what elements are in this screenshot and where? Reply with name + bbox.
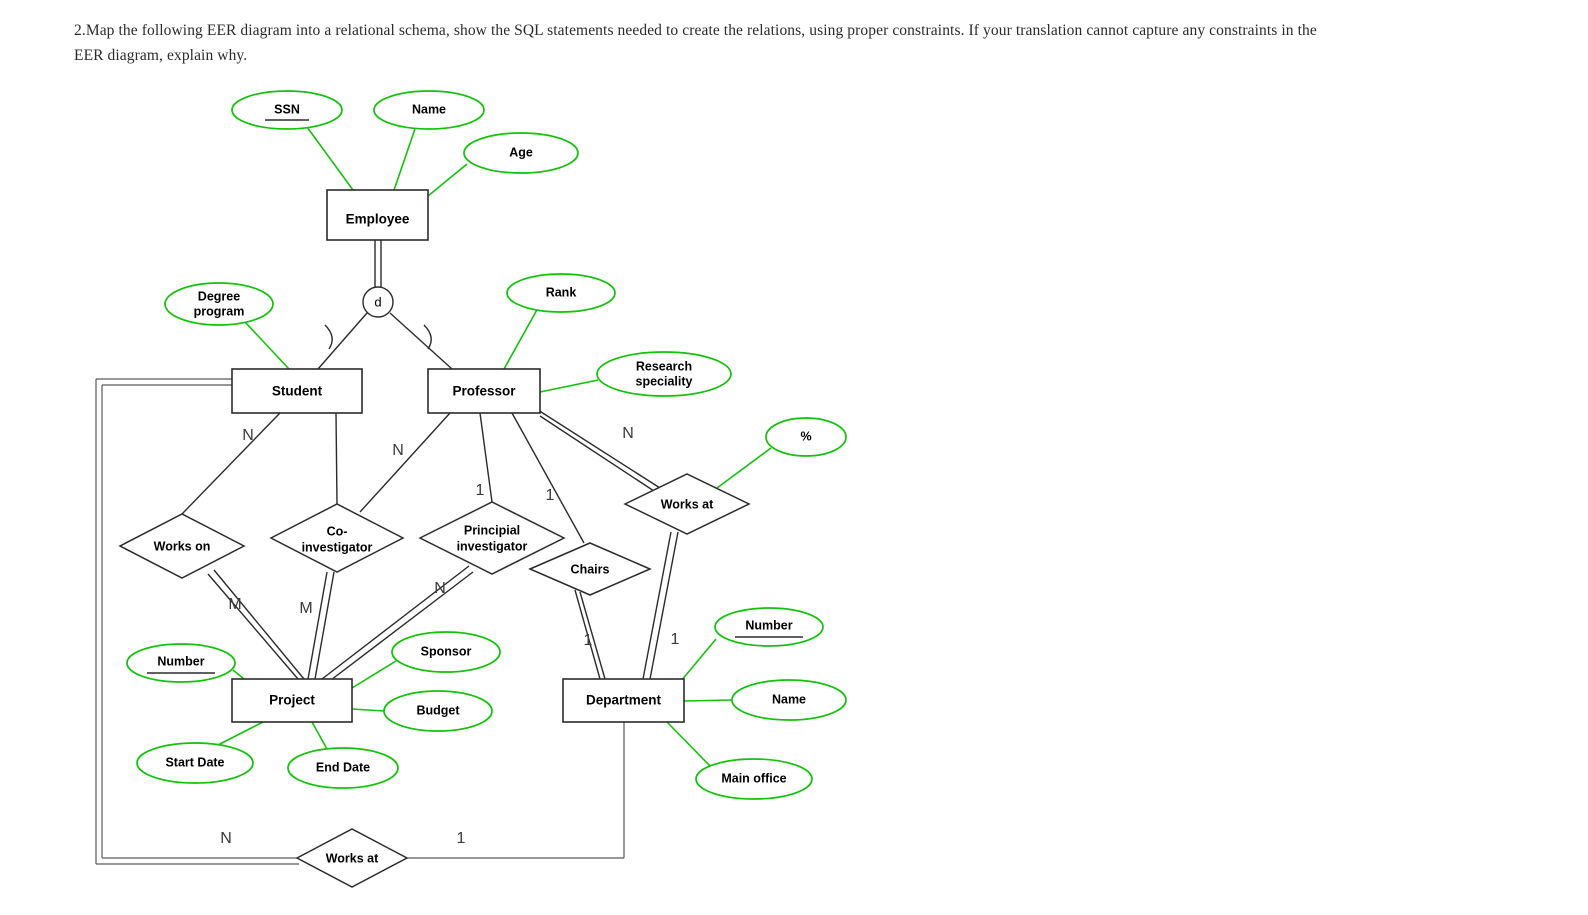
attribute-sponsor[interactable]: Sponsor <box>391 631 501 673</box>
link-professor-worksat-b <box>539 415 658 494</box>
relationship-label-works-at-student: Works at <box>326 851 379 865</box>
attribute-employee-name[interactable]: Name <box>373 90 485 130</box>
relationship-label-works-on: Works on <box>154 539 211 553</box>
subset-arc-student <box>324 324 333 350</box>
link-worksat-department-b <box>649 531 679 680</box>
connector-dept-name <box>683 699 733 702</box>
relationship-works-at-student[interactable]: Works at <box>295 828 409 888</box>
cardinality-department-chairs: 1 <box>584 632 593 649</box>
connector-age <box>427 163 468 197</box>
link-d-student <box>317 312 368 370</box>
connector-ssn <box>306 126 354 191</box>
attribute-label-age: Age <box>509 145 533 159</box>
link-professor-worksat-a <box>537 409 661 489</box>
attribute-department-name[interactable]: Name <box>731 679 847 721</box>
entity-project[interactable]: Project <box>231 678 353 723</box>
connector-dept-number <box>680 638 717 682</box>
link-d-professor <box>389 312 453 370</box>
cardinality-professor-chairs: 1 <box>546 487 555 504</box>
connector-research-speciality <box>539 379 599 393</box>
attribute-label-start-date: Start Date <box>165 755 224 769</box>
attribute-label-percent: % <box>800 429 811 443</box>
eer-diagram: Employee Student Professor Project Depar… <box>95 90 847 888</box>
relationship-label-principal-investigator-line2: investigator <box>457 539 528 553</box>
attribute-label-sponsor: Sponsor <box>421 644 472 658</box>
attribute-research-speciality[interactable]: Research speciality <box>596 351 732 397</box>
cardinality-project-co-investigator: M <box>299 600 312 617</box>
connector-rank <box>503 307 539 370</box>
specialization-disjoint[interactable]: d <box>362 286 394 318</box>
disjoint-symbol: d <box>374 294 381 309</box>
attribute-rank[interactable]: Rank <box>506 273 616 313</box>
attribute-age[interactable]: Age <box>463 132 579 174</box>
entity-label-department: Department <box>586 693 662 708</box>
attribute-project-number[interactable]: Number <box>126 643 236 683</box>
relationship-label-co-investigator-line2: investigator <box>302 540 373 554</box>
connector-end-date <box>311 721 328 750</box>
attribute-label-budget: Budget <box>416 703 460 717</box>
entity-employee[interactable]: Employee <box>326 189 429 241</box>
connector-start-date <box>215 721 264 747</box>
relationship-works-on[interactable]: Works on <box>118 513 246 579</box>
attribute-connectors <box>215 126 772 769</box>
entity-department[interactable]: Department <box>562 678 685 723</box>
attribute-label-degree-program-line1: Degree <box>198 289 240 303</box>
attribute-start-date[interactable]: Start Date <box>136 742 254 784</box>
cardinality-professor-principal-investigator: 1 <box>476 482 485 499</box>
cardinality-student-works-on: N <box>242 427 254 444</box>
attribute-main-office[interactable]: Main office <box>695 758 813 800</box>
connector-percent <box>716 447 772 489</box>
attribute-label-degree-program-line2: program <box>194 304 245 318</box>
attribute-end-date[interactable]: End Date <box>287 747 399 789</box>
relationship-label-chairs: Chairs <box>571 562 610 576</box>
entity-label-employee: Employee <box>346 212 410 227</box>
connector-main-office <box>666 721 713 769</box>
attribute-department-number[interactable]: Number <box>714 607 824 647</box>
attribute-budget[interactable]: Budget <box>383 690 493 732</box>
attribute-ssn[interactable]: SSN <box>231 90 343 130</box>
cardinality-student-co-investigator: N <box>392 442 404 459</box>
relationship-chairs[interactable]: Chairs <box>528 542 652 596</box>
entity-label-student: Student <box>272 384 323 399</box>
attribute-label-project-number: Number <box>157 654 204 668</box>
cardinality-department-works-at-bottom: 1 <box>457 830 466 847</box>
cardinality-student-works-at-bottom: N <box>220 830 232 847</box>
attribute-label-research-speciality-line2: speciality <box>636 374 693 388</box>
cardinality-project-principal-investigator: N <box>434 580 446 597</box>
relationship-label-works-at-professor: Works at <box>661 497 714 511</box>
attribute-label-rank: Rank <box>546 285 577 299</box>
relationship-label-principal-investigator-line1: Principial <box>464 523 520 537</box>
page-root: 2.Map the following EER diagram into a r… <box>0 0 1588 915</box>
link-professor-coinvestigator <box>359 412 451 513</box>
attribute-label-end-date: End Date <box>316 760 370 774</box>
attribute-label-ssn: SSN <box>274 102 300 116</box>
connector-sponsor <box>351 660 397 689</box>
cardinality-department-works-at: 1 <box>671 631 680 648</box>
link-worksat-department-a <box>642 531 672 680</box>
connector-budget <box>351 708 385 712</box>
entity-student[interactable]: Student <box>231 368 363 414</box>
entity-professor[interactable]: Professor <box>427 368 541 414</box>
attribute-percent[interactable]: % <box>765 417 847 457</box>
entity-label-project: Project <box>269 693 315 708</box>
attribute-label-main-office: Main office <box>721 771 786 785</box>
link-student-coinvestigator <box>335 412 338 505</box>
cardinality-professor-works-at: N <box>622 425 634 442</box>
relationship-co-investigator[interactable]: Co- investigator <box>269 503 405 573</box>
connector-name <box>393 128 416 191</box>
relationship-label-co-investigator-line1: Co- <box>327 524 348 538</box>
entity-label-professor: Professor <box>452 384 516 399</box>
attribute-label-department-number: Number <box>745 618 792 632</box>
attribute-label-department-name: Name <box>772 692 806 706</box>
attribute-degree-program[interactable]: Degree program <box>164 282 274 326</box>
attribute-label-research-speciality-line1: Research <box>636 359 692 373</box>
attribute-label-employee-name: Name <box>412 102 446 116</box>
relationship-works-at-professor[interactable]: Works at <box>623 473 751 535</box>
link-student-workson <box>181 412 281 515</box>
cardinality-project-works-on: M <box>228 596 241 613</box>
connector-degree-program <box>244 321 290 370</box>
